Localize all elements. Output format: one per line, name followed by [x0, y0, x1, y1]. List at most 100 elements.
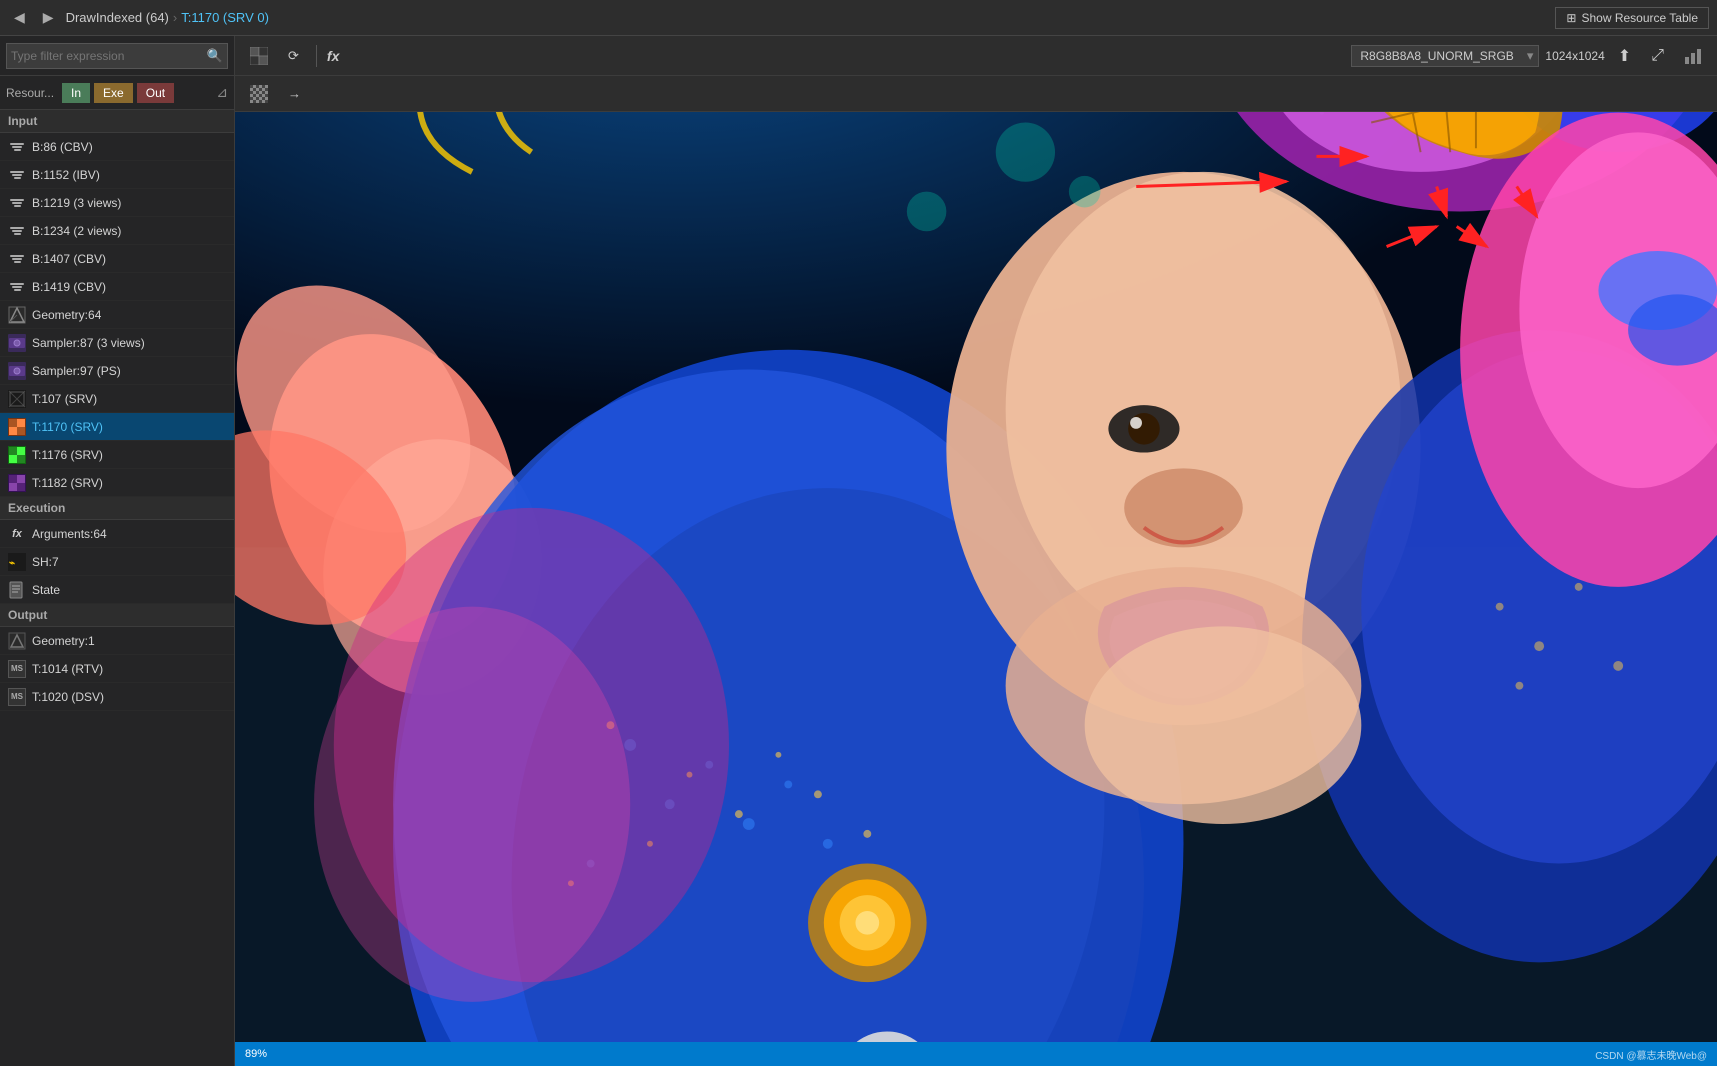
- list-item[interactable]: T:1176 (SRV): [0, 441, 234, 469]
- list-item[interactable]: B:86 (CBV): [0, 133, 234, 161]
- status-text: 89%: [245, 1048, 267, 1060]
- filter-funnel-button[interactable]: ⊿: [216, 84, 228, 101]
- image-area: [235, 112, 1717, 1042]
- list-item[interactable]: Geometry:1: [0, 627, 234, 655]
- refresh-button[interactable]: ⟳: [281, 44, 306, 68]
- tab-in[interactable]: In: [62, 83, 90, 103]
- right-panel: ⟳ fx R8G8B8A8_UNORM_SRGB 1024x1024 ⬆ ⤢: [235, 36, 1717, 1066]
- dimension-label: 1024x1024: [1545, 49, 1604, 63]
- svg-text:⌁: ⌁: [9, 558, 15, 569]
- sampler-icon: [8, 362, 26, 380]
- tab-out[interactable]: Out: [137, 83, 174, 103]
- filter-input[interactable]: [11, 49, 204, 63]
- cbv-icon: [8, 166, 26, 184]
- item-label: B:86 (CBV): [32, 140, 93, 154]
- cbv-icon: [8, 138, 26, 156]
- sampler-icon: [8, 334, 26, 352]
- list-item[interactable]: T:107 (SRV): [0, 385, 234, 413]
- item-label: B:1419 (CBV): [32, 280, 106, 294]
- watermark-text: CSDN @慕志未晚Web@: [1595, 1047, 1707, 1062]
- tab-exe[interactable]: Exe: [94, 83, 133, 103]
- filter-input-wrap[interactable]: 🔍: [6, 43, 228, 69]
- filter-bar: 🔍: [0, 36, 234, 76]
- item-label: Geometry:64: [32, 308, 101, 322]
- list-item[interactable]: B:1219 (3 views): [0, 189, 234, 217]
- search-icon: 🔍: [207, 48, 223, 64]
- breadcrumb-current: T:1170 (SRV 0): [181, 10, 269, 25]
- breadcrumb-part1: DrawIndexed (64): [66, 10, 169, 25]
- status-bar: 89% CSDN @慕志未晚Web@: [235, 1042, 1717, 1066]
- item-label: T:1014 (RTV): [32, 662, 103, 676]
- list-item[interactable]: B:1234 (2 views): [0, 217, 234, 245]
- resource-list[interactable]: Input B:86 (CBV) B:1152 (IBV): [0, 110, 234, 1066]
- item-label: B:1407 (CBV): [32, 252, 106, 266]
- geometry-icon: [8, 306, 26, 324]
- item-label: Arguments:64: [32, 527, 107, 541]
- checkerboard-icon: [250, 85, 268, 103]
- list-item[interactable]: fx Arguments:64: [0, 520, 234, 548]
- fit-icon: ⤢: [1651, 47, 1664, 65]
- breadcrumb: DrawIndexed (64) › T:1170 (SRV 0): [66, 10, 269, 25]
- refresh-icon: ⟳: [288, 48, 299, 64]
- format-dropdown-wrap: R8G8B8A8_UNORM_SRGB: [1351, 45, 1539, 67]
- checkerboard-button[interactable]: [243, 81, 275, 107]
- texture-preview: [235, 112, 1717, 1042]
- list-item[interactable]: B:1407 (CBV): [0, 245, 234, 273]
- item-label: T:1170 (SRV): [32, 420, 103, 434]
- arrows-button[interactable]: →: [281, 82, 308, 105]
- list-item[interactable]: Geometry:64: [0, 301, 234, 329]
- chart-button[interactable]: [1677, 43, 1709, 69]
- toolbar-divider: [316, 45, 317, 67]
- cbv-icon: [8, 250, 26, 268]
- item-label: T:1182 (SRV): [32, 476, 103, 490]
- item-label: B:1234 (2 views): [32, 224, 121, 238]
- format-dropdown[interactable]: R8G8B8A8_UNORM_SRGB: [1351, 45, 1539, 67]
- list-item-selected[interactable]: T:1170 (SRV): [0, 413, 234, 441]
- show-resource-table-button[interactable]: ⊞ Show Resource Table: [1555, 7, 1709, 29]
- section-execution: Execution: [0, 497, 234, 520]
- forward-button[interactable]: ▶: [37, 7, 60, 28]
- list-item[interactable]: MS T:1020 (DSV): [0, 683, 234, 711]
- tabs-row: Resour... In Exe Out ⊿: [0, 76, 234, 110]
- chart-icon: [1684, 47, 1702, 65]
- sh-icon: ⌁: [8, 553, 26, 571]
- section-output: Output: [0, 604, 234, 627]
- texture-icon: [8, 390, 26, 408]
- list-item[interactable]: Sampler:97 (PS): [0, 357, 234, 385]
- ms-icon: MS: [8, 660, 26, 678]
- item-label: Sampler:87 (3 views): [32, 336, 145, 350]
- toolbar-row: ⟳ fx R8G8B8A8_UNORM_SRGB 1024x1024 ⬆ ⤢: [235, 36, 1717, 76]
- cbv-icon: [8, 278, 26, 296]
- list-item[interactable]: B:1152 (IBV): [0, 161, 234, 189]
- list-item[interactable]: State: [0, 576, 234, 604]
- item-label: B:1219 (3 views): [32, 196, 121, 210]
- list-item[interactable]: B:1419 (CBV): [0, 273, 234, 301]
- resource-table-icon: ⊞: [1566, 11, 1576, 25]
- fx-label: fx: [327, 48, 339, 64]
- fit-button[interactable]: ⤢: [1644, 43, 1671, 69]
- list-item[interactable]: ⌁ SH:7: [0, 548, 234, 576]
- section-input: Input: [0, 110, 234, 133]
- list-item[interactable]: Sampler:87 (3 views): [0, 329, 234, 357]
- item-label: T:107 (SRV): [32, 392, 97, 406]
- item-label: SH:7: [32, 555, 59, 569]
- save-button[interactable]: ⬆: [1611, 42, 1638, 70]
- second-toolbar: →: [235, 76, 1717, 112]
- list-item[interactable]: T:1182 (SRV): [0, 469, 234, 497]
- item-label: Sampler:97 (PS): [32, 364, 121, 378]
- item-label: T:1176 (SRV): [32, 448, 103, 462]
- back-button[interactable]: ◀: [8, 7, 31, 28]
- title-bar: ◀ ▶ DrawIndexed (64) › T:1170 (SRV 0) ⊞ …: [0, 0, 1717, 36]
- geometry-out-icon: [8, 632, 26, 650]
- state-icon: [8, 581, 26, 599]
- texture-selected-icon: [8, 418, 26, 436]
- cbv-icon: [8, 222, 26, 240]
- cbv-icon: [8, 194, 26, 212]
- item-label: T:1020 (DSV): [32, 690, 104, 704]
- texture-view-button[interactable]: [243, 43, 275, 69]
- item-label: B:1152 (IBV): [32, 168, 100, 182]
- breadcrumb-sep1: ›: [173, 10, 177, 25]
- save-icon: ⬆: [1618, 46, 1631, 66]
- left-panel: 🔍 Resour... In Exe Out ⊿ Input B:86 (CBV…: [0, 36, 235, 1066]
- list-item[interactable]: MS T:1014 (RTV): [0, 655, 234, 683]
